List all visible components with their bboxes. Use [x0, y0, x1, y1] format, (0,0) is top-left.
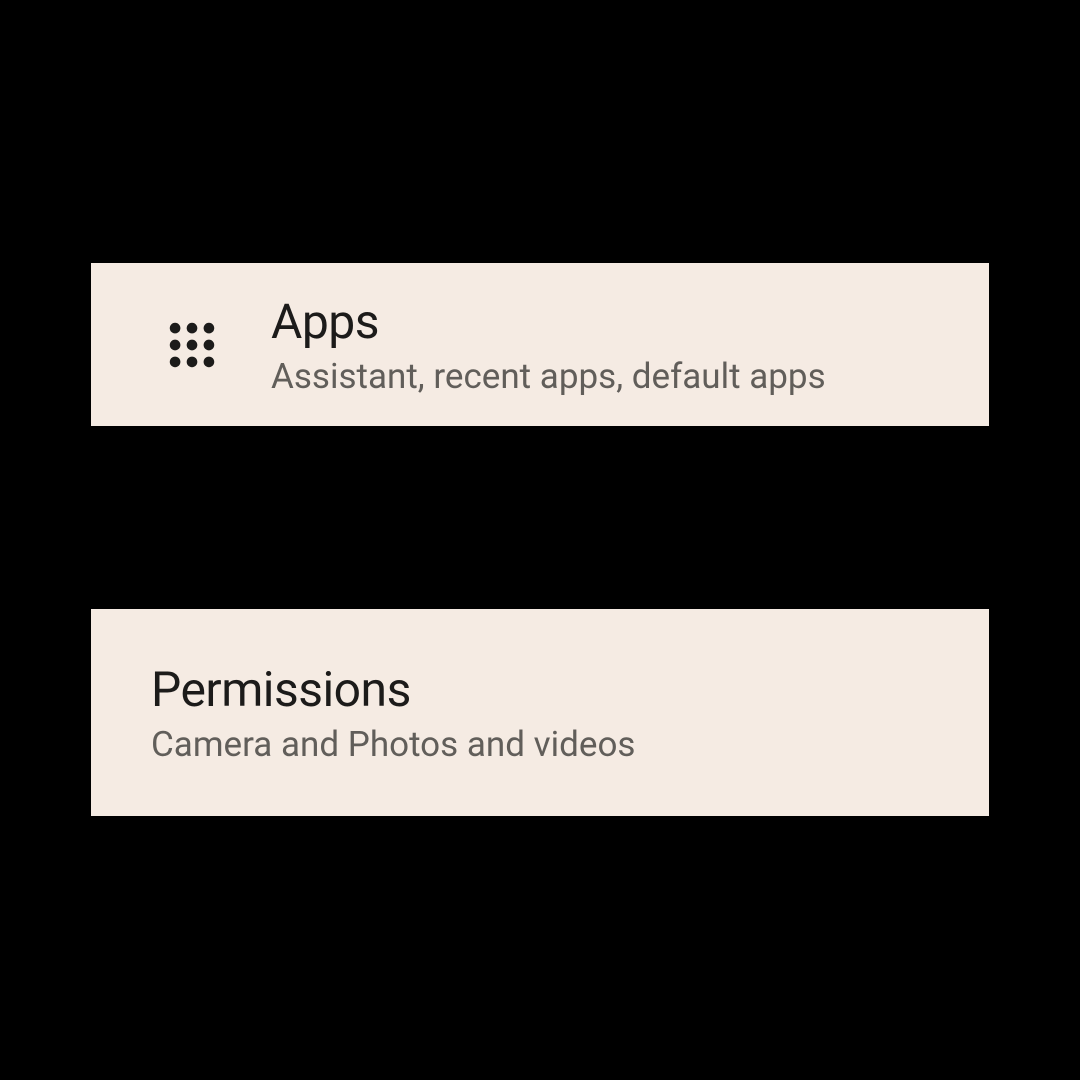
apps-grid-icon	[163, 316, 221, 374]
settings-item-title: Apps	[271, 293, 826, 350]
settings-item-title: Permissions	[151, 661, 635, 718]
settings-item-subtitle: Assistant, recent apps, default apps	[271, 356, 826, 397]
settings-item-subtitle: Camera and Photos and videos	[151, 724, 635, 765]
settings-item-text: Permissions Camera and Photos and videos	[151, 661, 635, 765]
settings-item-permissions[interactable]: Permissions Camera and Photos and videos	[91, 609, 989, 816]
settings-item-apps[interactable]: Apps Assistant, recent apps, default app…	[91, 263, 989, 426]
settings-item-text: Apps Assistant, recent apps, default app…	[271, 293, 826, 397]
